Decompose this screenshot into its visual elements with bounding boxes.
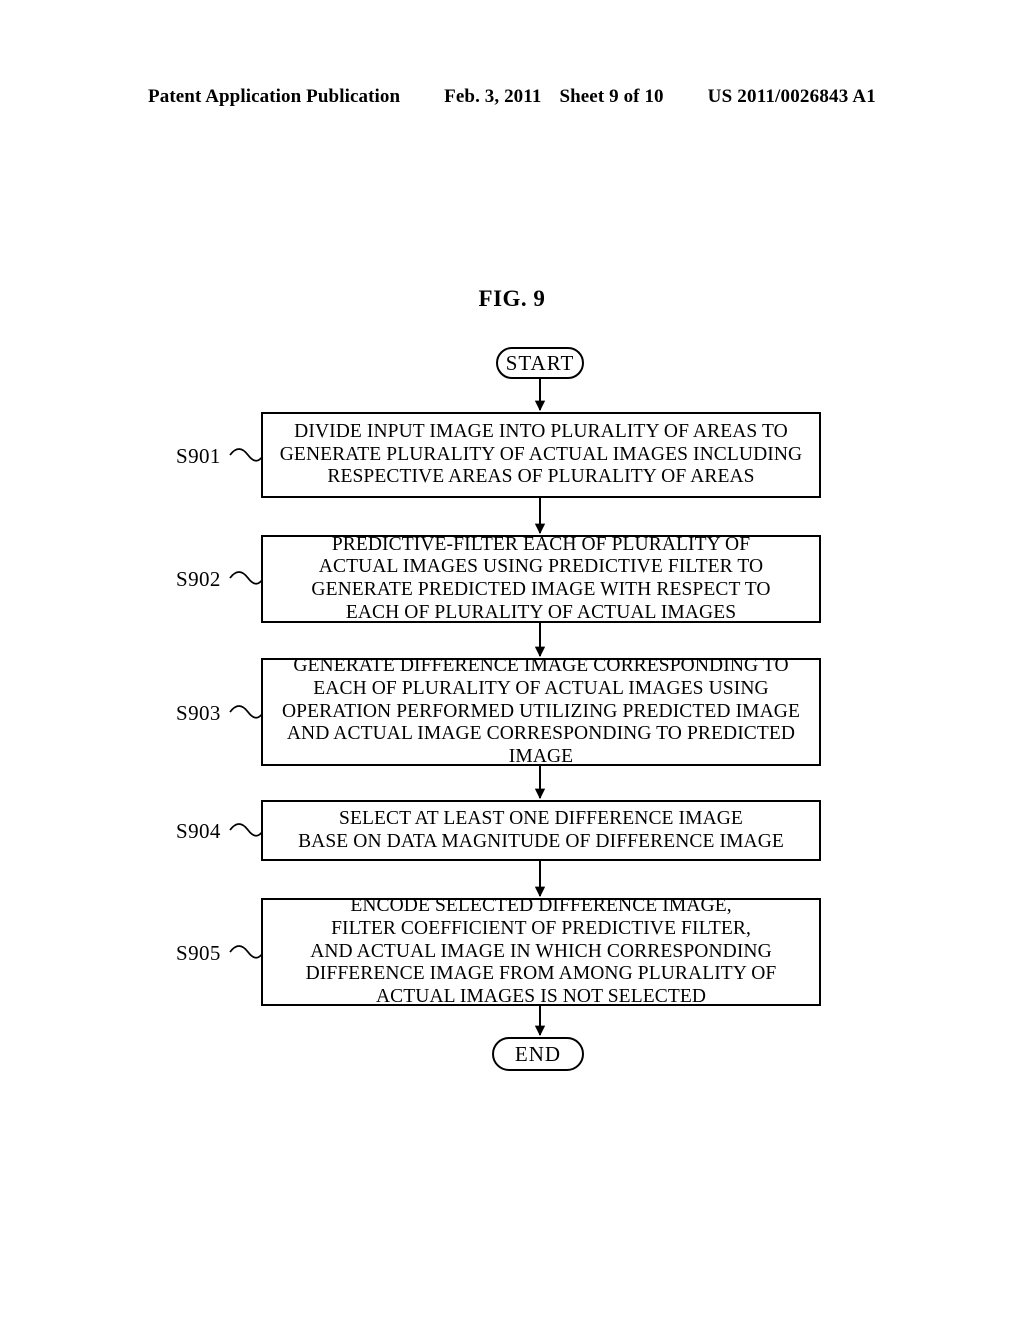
step-s904-text: SELECT AT LEAST ONE DIFFERENCE IMAGE BAS… — [298, 807, 784, 852]
start-terminator-label: START — [505, 350, 575, 375]
leader-s905 — [229, 945, 265, 959]
flowchart-step-s901: DIVIDE INPUT IMAGE INTO PLURALITY OF ARE… — [261, 412, 821, 498]
step-s902-text: PREDICTIVE-FILTER EACH OF PLURALITY OF A… — [311, 533, 771, 623]
flowchart-step-s902: PREDICTIVE-FILTER EACH OF PLURALITY OF A… — [261, 533, 821, 623]
leader-s904 — [229, 823, 265, 837]
leader-s903 — [229, 705, 265, 719]
step-s901-text: DIVIDE INPUT IMAGE INTO PLURALITY OF ARE… — [279, 421, 803, 488]
step-reference-s901: S901 — [176, 444, 221, 468]
header-patent-number: US 2011/0026843 A1 — [707, 86, 876, 107]
header-publication-date: Feb. 3, 2011 — [444, 86, 542, 107]
flowchart-step-s903: GENERATE DIFFERENCE IMAGE CORRESPONDING … — [261, 655, 821, 767]
step-reference-s902: S902 — [176, 567, 221, 591]
flowchart-end-terminator: END — [492, 1037, 584, 1071]
flowchart-step-s904: SELECT AT LEAST ONE DIFFERENCE IMAGE BAS… — [261, 800, 821, 861]
flowchart-step-s905: ENCODE SELECTED DIFFERENCE IMAGE, FILTER… — [261, 895, 821, 1007]
figure-title: FIG. 9 — [478, 286, 546, 311]
step-s905-text: ENCODE SELECTED DIFFERENCE IMAGE, FILTER… — [305, 895, 777, 1007]
step-s903-text: GENERATE DIFFERENCE IMAGE CORRESPONDING … — [282, 655, 800, 767]
header-sheet-number: Sheet 9 of 10 — [559, 86, 664, 107]
step-reference-s904: S904 — [176, 819, 221, 843]
leader-s902 — [229, 571, 265, 585]
step-reference-s903: S903 — [176, 701, 221, 725]
end-terminator-label: END — [514, 1041, 562, 1066]
flowchart-start-terminator: START — [496, 347, 584, 379]
header-publication-title: Patent Application Publication — [148, 86, 401, 107]
leader-s901 — [229, 448, 265, 462]
page-header: Patent Application Publication Feb. 3, 2… — [0, 86, 1024, 108]
step-reference-s905: S905 — [176, 941, 221, 965]
